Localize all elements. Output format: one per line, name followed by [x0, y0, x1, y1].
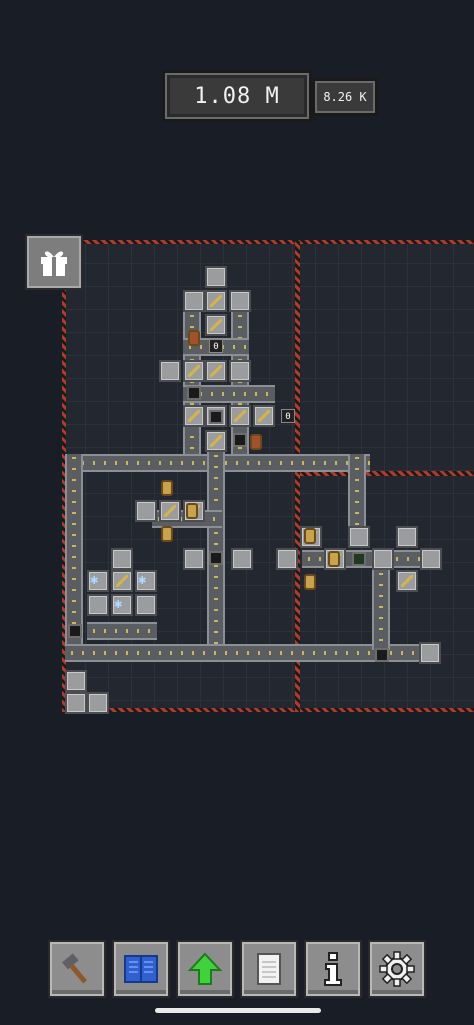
conveyor-belt[interactable]	[348, 454, 366, 534]
barrel-item	[304, 574, 316, 590]
machine-tile[interactable]	[253, 405, 275, 427]
gift-icon	[41, 251, 67, 276]
hazard-border-top	[62, 240, 474, 244]
gear-icon: ✱	[114, 596, 123, 612]
smelter-block[interactable]	[209, 551, 223, 565]
machine-tile[interactable]	[372, 548, 394, 570]
machine-tile[interactable]	[420, 548, 442, 570]
factory-map[interactable]: 0 0 ✱ ✱ ✱	[62, 240, 474, 714]
gear-icon: ✱	[90, 572, 99, 588]
barrel-item	[161, 480, 173, 496]
conveyor-belt[interactable]	[372, 570, 390, 650]
conveyor-belt[interactable]	[87, 622, 157, 640]
counter-display: 0	[281, 409, 295, 423]
barrel-item	[188, 330, 200, 346]
hammer-icon	[62, 953, 88, 984]
machine-tile[interactable]	[229, 405, 251, 427]
machine-tile[interactable]	[205, 266, 227, 288]
counter-display: 0	[209, 339, 223, 353]
smelter-block[interactable]	[68, 624, 82, 638]
smelter-block[interactable]	[233, 433, 247, 447]
build-hammer-button[interactable]	[48, 940, 106, 998]
barrel-item	[304, 528, 316, 544]
barrel-item	[250, 434, 262, 450]
machine-tile[interactable]	[229, 360, 251, 382]
money-value: 1.08 M	[194, 83, 280, 109]
upgrade-button[interactable]	[176, 940, 234, 998]
machine-tile[interactable]	[205, 430, 227, 452]
machine-tile[interactable]	[111, 570, 133, 592]
home-indicator	[155, 1008, 321, 1013]
machine-tile[interactable]	[183, 360, 205, 382]
gift-button[interactable]	[25, 234, 83, 290]
barrel-item	[186, 503, 198, 519]
machine-tile[interactable]	[183, 405, 205, 427]
machine-tile[interactable]	[205, 360, 227, 382]
machine-tile[interactable]	[396, 526, 418, 548]
info-icon	[324, 952, 342, 986]
machine-tile[interactable]	[87, 692, 109, 714]
gear-icon: ✱	[138, 572, 147, 588]
notes-button[interactable]	[240, 940, 298, 998]
machine-tile[interactable]	[205, 290, 227, 312]
money-display: 1.08 M	[162, 70, 312, 122]
machine-tile[interactable]	[65, 670, 87, 692]
machine-tile[interactable]	[396, 570, 418, 592]
machine-tile[interactable]	[135, 500, 157, 522]
machine-tile[interactable]	[276, 548, 298, 570]
conveyor-belt[interactable]	[207, 430, 225, 644]
hazard-border-divider-v	[295, 240, 300, 712]
green-up-arrow-icon	[187, 952, 223, 985]
hazard-border-bottom	[62, 708, 474, 712]
machine-tile[interactable]	[87, 594, 109, 616]
smelter-block[interactable]	[352, 552, 366, 566]
machine-tile[interactable]	[205, 314, 227, 336]
machine-tile[interactable]	[135, 594, 157, 616]
barrel-item	[161, 526, 173, 542]
book-icon	[124, 955, 158, 983]
machine-tile[interactable]	[183, 290, 205, 312]
machine-tile[interactable]	[111, 548, 133, 570]
info-button[interactable]	[304, 940, 362, 998]
gear-icon	[379, 951, 415, 987]
machine-tile[interactable]	[65, 692, 87, 714]
barrel-item	[328, 551, 340, 567]
smelter-block[interactable]	[209, 410, 223, 424]
smelter-block[interactable]	[375, 648, 389, 662]
machine-tile[interactable]	[183, 548, 205, 570]
machine-tile[interactable]	[348, 526, 370, 548]
machine-tile[interactable]	[229, 290, 251, 312]
settings-button[interactable]	[368, 940, 426, 998]
machine-tile[interactable]	[159, 360, 181, 382]
income-rate-value: 8.26 K	[323, 90, 367, 104]
machine-tile[interactable]	[159, 500, 181, 522]
bottom-toolbar	[48, 940, 428, 1000]
income-rate-display: 8.26 K	[312, 78, 378, 116]
blueprint-book-button[interactable]	[112, 940, 170, 998]
smelter-block[interactable]	[187, 386, 201, 400]
machine-tile[interactable]	[231, 548, 253, 570]
machine-tile[interactable]	[419, 642, 441, 664]
document-icon	[257, 953, 281, 985]
